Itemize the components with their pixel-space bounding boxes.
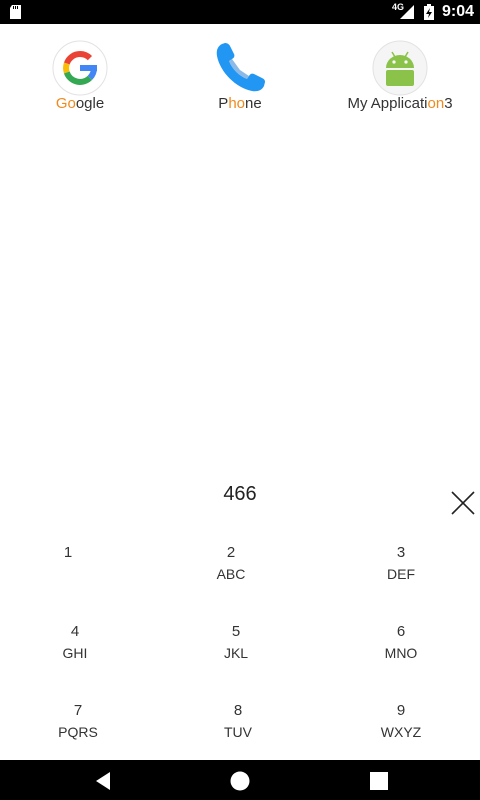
key-4[interactable]: 4 GHI bbox=[0, 623, 155, 693]
dial-number-input[interactable]: 466 bbox=[140, 483, 340, 506]
key-digit: 5 bbox=[231, 623, 241, 640]
key-letters: MNO bbox=[384, 645, 418, 661]
navigation-bar bbox=[0, 760, 480, 800]
clock: 9:04 bbox=[442, 3, 475, 20]
key-6[interactable]: 6 MNO bbox=[321, 623, 480, 693]
key-letters: JKL bbox=[223, 645, 249, 661]
google-icon bbox=[52, 40, 108, 96]
key-letters: ABC bbox=[216, 566, 246, 582]
recents-icon[interactable] bbox=[368, 770, 390, 792]
key-digit: 8 bbox=[233, 702, 243, 719]
sd-card-icon bbox=[10, 5, 21, 19]
app-label-my-application3: My Application3 bbox=[347, 95, 453, 112]
key-digit: 7 bbox=[73, 702, 83, 719]
key-letters: TUV bbox=[224, 724, 252, 740]
app-label-google: Google bbox=[55, 95, 105, 112]
phone-icon bbox=[216, 43, 265, 92]
battery-charging-icon bbox=[424, 4, 434, 20]
key-digit: 2 bbox=[226, 544, 236, 561]
back-icon[interactable] bbox=[92, 770, 114, 792]
key-5[interactable]: 5 JKL bbox=[156, 623, 316, 693]
key-digit: 1 bbox=[63, 544, 73, 561]
app-label-phone: Phone bbox=[218, 95, 262, 112]
key-digit: 4 bbox=[70, 623, 80, 640]
key-digit: 9 bbox=[396, 702, 406, 719]
key-letters: DEF bbox=[387, 566, 415, 582]
android-icon bbox=[372, 40, 428, 96]
key-letters: GHI bbox=[62, 645, 88, 661]
key-letters: PQRS bbox=[58, 724, 98, 740]
status-bar: 4G 9:04 bbox=[0, 0, 480, 24]
signal-icon bbox=[400, 5, 414, 19]
key-2[interactable]: 2 ABC bbox=[151, 544, 311, 614]
key-digit: 6 bbox=[396, 623, 406, 640]
key-3[interactable]: 3 DEF bbox=[321, 544, 480, 614]
key-1[interactable]: 1 bbox=[0, 544, 148, 614]
home-icon[interactable] bbox=[229, 770, 251, 792]
close-icon[interactable] bbox=[448, 488, 478, 518]
key-letters: WXYZ bbox=[380, 724, 422, 740]
key-digit: 3 bbox=[396, 544, 406, 561]
